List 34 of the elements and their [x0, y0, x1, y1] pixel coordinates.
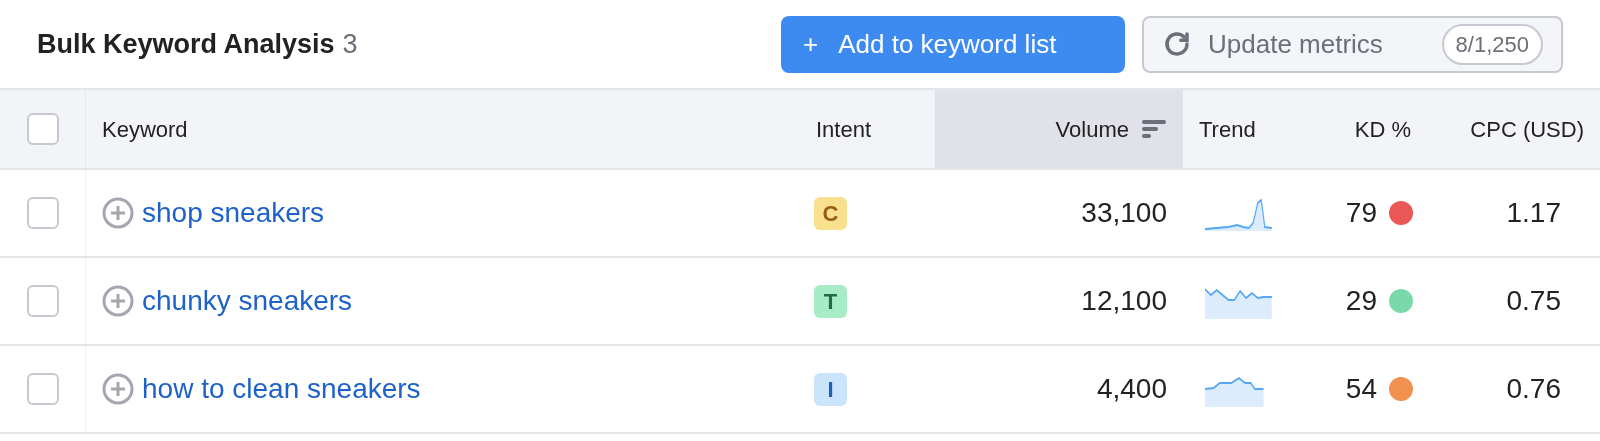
cpc-value: 0.76 — [1506, 372, 1561, 406]
page-title: Bulk Keyword Analysis — [37, 27, 335, 61]
kd-value: 54 — [1345, 372, 1377, 406]
column-header[interactable]: Intent — [800, 90, 935, 168]
checkbox[interactable] — [26, 285, 59, 317]
kd-value: 79 — [1345, 196, 1377, 230]
kd-value: 29 — [1345, 284, 1377, 318]
column-header[interactable]: CPC (USD) — [1427, 90, 1600, 168]
cpc-value: 0.75 — [1506, 284, 1561, 318]
volume-value: 33,100 — [1081, 196, 1167, 230]
cpc-value: 1.17 — [1506, 196, 1561, 230]
volume-value: 12,100 — [1081, 284, 1167, 318]
keyword-link[interactable]: chunky sneakers — [142, 280, 353, 322]
refresh-icon — [1162, 29, 1192, 59]
add-circle-icon[interactable] — [102, 373, 134, 405]
add-circle-icon[interactable] — [102, 285, 134, 317]
column-header[interactable]: Trend — [1183, 90, 1298, 168]
quota-badge: 8/1,250 — [1441, 23, 1543, 65]
column-header[interactable]: KD % — [1298, 90, 1427, 168]
volume-value: 4,400 — [1096, 372, 1167, 406]
keyword-link[interactable]: how to clean sneakers — [142, 368, 421, 410]
keyword-link[interactable]: shop sneakers — [142, 192, 325, 234]
update-metrics-button[interactable]: Update metrics 8/1,250 — [1142, 15, 1563, 73]
checkbox[interactable] — [26, 373, 59, 405]
column-header[interactable]: Keyword — [86, 90, 800, 168]
sort-icon — [1141, 118, 1167, 140]
intent-tag: C — [814, 196, 847, 230]
add-circle-icon[interactable] — [102, 197, 134, 229]
keyword-count: 3 — [342, 27, 358, 61]
checkbox[interactable] — [26, 113, 59, 145]
column-header[interactable]: Volume — [935, 90, 1183, 168]
intent-tag: I — [814, 372, 847, 406]
intent-tag: T — [814, 284, 847, 318]
checkbox[interactable] — [26, 197, 59, 229]
